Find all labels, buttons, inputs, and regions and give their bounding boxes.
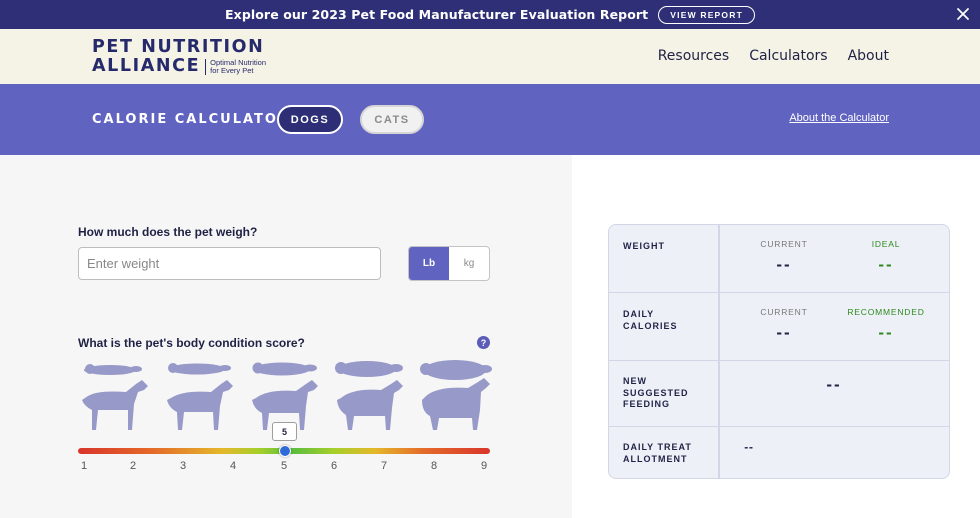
nav-resources[interactable]: Resources [658, 48, 730, 64]
calories-label-1: DAILY [623, 309, 655, 319]
about-calculator-link[interactable]: About the Calculator [789, 112, 889, 124]
treat-row: DAILY TREAT ALLOTMENT -- [609, 427, 949, 478]
logo-line-1: PET NUTRITION [92, 37, 265, 57]
calories-label-2: CALORIES [623, 320, 678, 331]
feeding-label-1: NEW [623, 376, 647, 386]
tick-5: 5 [280, 460, 288, 472]
main-nav: Resources Calculators About [658, 48, 889, 64]
unit-toggle: Lb kg [408, 246, 490, 281]
help-icon[interactable]: ? [477, 336, 490, 349]
treat-value: -- [744, 440, 754, 454]
logo-tagline-2: for Every Pet [210, 66, 254, 75]
slider-value-bubble: 5 [272, 422, 297, 441]
feeding-label: NEW SUGGESTED FEEDING [623, 376, 689, 411]
tick-6: 6 [330, 460, 338, 472]
logo-tagline: Optimal Nutrition for Every Pet [205, 59, 266, 75]
weight-question: How much does the pet weigh? [78, 225, 258, 239]
tick-3: 3 [179, 460, 187, 472]
treat-label: DAILY TREAT ALLOTMENT [623, 442, 692, 465]
tick-1: 1 [80, 460, 88, 472]
weight-label: WEIGHT [623, 241, 665, 251]
calculator-title: CALORIE CALCULATOR [92, 112, 290, 127]
announcement-banner: Explore our 2023 Pet Food Manufacturer E… [0, 0, 980, 29]
treat-label-1: DAILY TREAT [623, 442, 692, 452]
weight-ideal-value: -- [878, 255, 894, 274]
tick-7: 7 [380, 460, 388, 472]
site-logo[interactable]: PET NUTRITION ALLIANCE Optimal Nutrition… [92, 38, 266, 76]
form-panel: How much does the pet weigh? Lb kg What … [0, 155, 572, 518]
site-header: PET NUTRITION ALLIANCE Optimal Nutrition… [0, 29, 980, 84]
tab-dogs[interactable]: DOGS [277, 105, 343, 134]
nav-calculators[interactable]: Calculators [749, 48, 827, 64]
calculator-bar: CALORIE CALCULATOR DOGS CATS About the C… [0, 84, 980, 155]
calories-label: DAILY CALORIES [623, 309, 678, 332]
bcs-question: What is the pet's body condition score? [78, 336, 305, 350]
treat-label-2: ALLOTMENT [623, 453, 688, 464]
tick-9: 9 [480, 460, 488, 472]
logo-line-2: ALLIANCE [92, 56, 201, 76]
tab-cats[interactable]: CATS [360, 105, 424, 134]
tick-2: 2 [129, 460, 137, 472]
weight-current-value: -- [776, 255, 792, 274]
dog-lean-icon [167, 363, 233, 430]
weight-input[interactable] [78, 247, 381, 280]
feeding-value: -- [826, 375, 842, 394]
calories-row: DAILY CALORIES CURRENT RECOMMENDED -- -- [609, 293, 949, 361]
unit-kg-button[interactable]: kg [449, 247, 489, 280]
feeding-label-3: FEEDING [623, 399, 671, 409]
feeding-label-2: SUGGESTED [623, 387, 689, 398]
calories-current-value: -- [776, 323, 792, 342]
weight-row: WEIGHT CURRENT IDEAL -- -- [609, 225, 949, 293]
view-report-button[interactable]: VIEW REPORT [658, 5, 755, 24]
results-table: WEIGHT CURRENT IDEAL -- -- DAILY CALORIE… [608, 224, 950, 479]
tick-8: 8 [430, 460, 438, 472]
banner-text: Explore our 2023 Pet Food Manufacturer E… [225, 7, 649, 22]
bcs-slider-thumb[interactable] [279, 445, 291, 457]
feeding-row: NEW SUGGESTED FEEDING -- [609, 361, 949, 427]
weight-current-label: CURRENT [760, 239, 808, 249]
tick-4: 4 [229, 460, 237, 472]
calories-recommended-value: -- [878, 323, 894, 342]
dog-obese-icon [420, 360, 492, 430]
unit-lb-button[interactable]: Lb [409, 247, 449, 280]
dog-heavy-icon [335, 361, 403, 430]
close-icon[interactable] [954, 5, 972, 23]
nav-about[interactable]: About [848, 48, 889, 64]
weight-ideal-label: IDEAL [871, 239, 901, 249]
calories-current-label: CURRENT [760, 307, 808, 317]
dog-thin-icon [82, 364, 148, 430]
calories-recommended-label: RECOMMENDED [847, 307, 925, 317]
